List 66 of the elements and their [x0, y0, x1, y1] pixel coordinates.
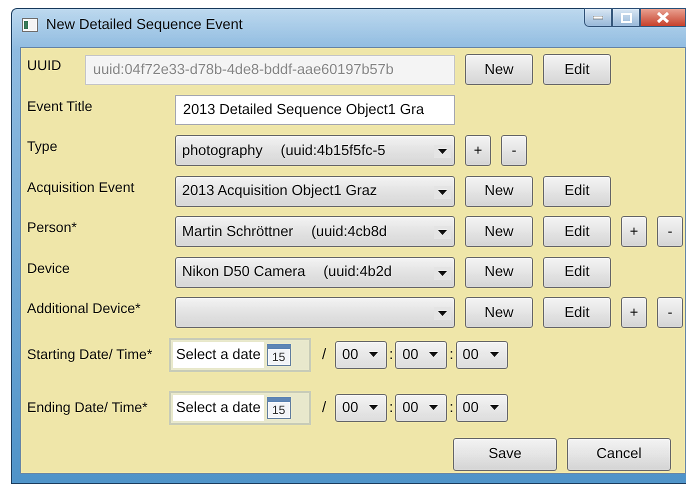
separator-text: : [389, 399, 394, 416]
caret-icon [369, 405, 378, 410]
caret-icon [429, 352, 438, 357]
dropdown[interactable]: photography (uuid:4b15f5fc-5 [175, 135, 455, 166]
separator-text: : [449, 399, 454, 416]
field-label: Event Title [27, 98, 94, 116]
separator-text: : [389, 346, 394, 363]
dropdown[interactable] [175, 297, 455, 328]
caret-icon [490, 405, 499, 410]
caret-icon [429, 405, 438, 410]
field-label: Type [27, 138, 58, 156]
minimize-icon [593, 16, 603, 20]
dropdown[interactable]: Nikon D50 Camera (uuid:4b2d [175, 256, 455, 288]
small-button[interactable]: + [621, 297, 647, 328]
date-picker[interactable]: Select a date 15 [169, 390, 311, 424]
separator-text: / [322, 346, 326, 363]
caret-icon [369, 352, 378, 357]
time-dropdown[interactable]: 00 [395, 394, 448, 422]
maximize-icon [620, 12, 632, 22]
separator-text: : [449, 346, 454, 363]
button[interactable]: New [465, 256, 533, 288]
text-field[interactable]: 2013 Detailed Sequence Object1 Gra [175, 95, 455, 125]
field-label: Additional Device* [27, 300, 142, 318]
time-dropdown[interactable]: 00 [395, 340, 448, 368]
separator-text: / [322, 399, 326, 416]
button[interactable]: Cancel [567, 438, 671, 470]
close-icon [657, 12, 669, 23]
caret-icon [438, 270, 447, 276]
time-dropdown[interactable]: 00 [456, 394, 508, 422]
button[interactable]: New [465, 176, 533, 206]
button[interactable]: Edit [543, 216, 611, 247]
button[interactable]: New [465, 216, 533, 247]
dropdown[interactable]: 2013 Acquisition Object1 Graz [175, 176, 455, 206]
time-dropdown[interactable]: 00 [456, 340, 508, 368]
field-label: UUID [27, 57, 62, 75]
window-title: New Detailed Sequence Event [46, 17, 243, 33]
time-dropdown[interactable]: 00 [335, 394, 388, 422]
caret-icon [438, 311, 447, 316]
time-dropdown[interactable]: 00 [335, 340, 388, 368]
dropdown[interactable]: Martin Schröttner (uuid:4cb8d [175, 216, 455, 247]
small-button[interactable]: - [501, 135, 527, 166]
caret-icon [438, 149, 447, 154]
maximize-button[interactable] [612, 8, 640, 27]
small-button[interactable]: - [657, 216, 683, 247]
caret-icon [438, 190, 447, 194]
caret-icon [438, 230, 447, 235]
button[interactable]: New [465, 297, 533, 328]
button[interactable]: Edit [543, 256, 611, 288]
field-label: Device [27, 260, 71, 278]
button[interactable]: Edit [543, 297, 611, 328]
small-button[interactable]: + [621, 216, 647, 247]
field-label: Starting Date/ Time* [27, 345, 154, 364]
window-icon [22, 18, 38, 32]
field-label: Ending Date/ Time* [27, 398, 149, 417]
field-label: Person* [27, 219, 78, 237]
button[interactable]: Edit [543, 176, 611, 206]
button[interactable]: Save [453, 438, 557, 470]
field-label: Acquisition Event [27, 178, 136, 197]
caret-icon [490, 352, 499, 357]
close-button[interactable] [640, 8, 686, 27]
small-button[interactable]: - [657, 297, 683, 328]
date-picker[interactable]: Select a date 15 [169, 338, 311, 372]
calendar-icon[interactable]: 15 [266, 344, 291, 366]
small-button[interactable]: + [465, 135, 491, 166]
minimize-button[interactable] [584, 8, 612, 27]
calendar-icon[interactable]: 15 [266, 396, 291, 418]
